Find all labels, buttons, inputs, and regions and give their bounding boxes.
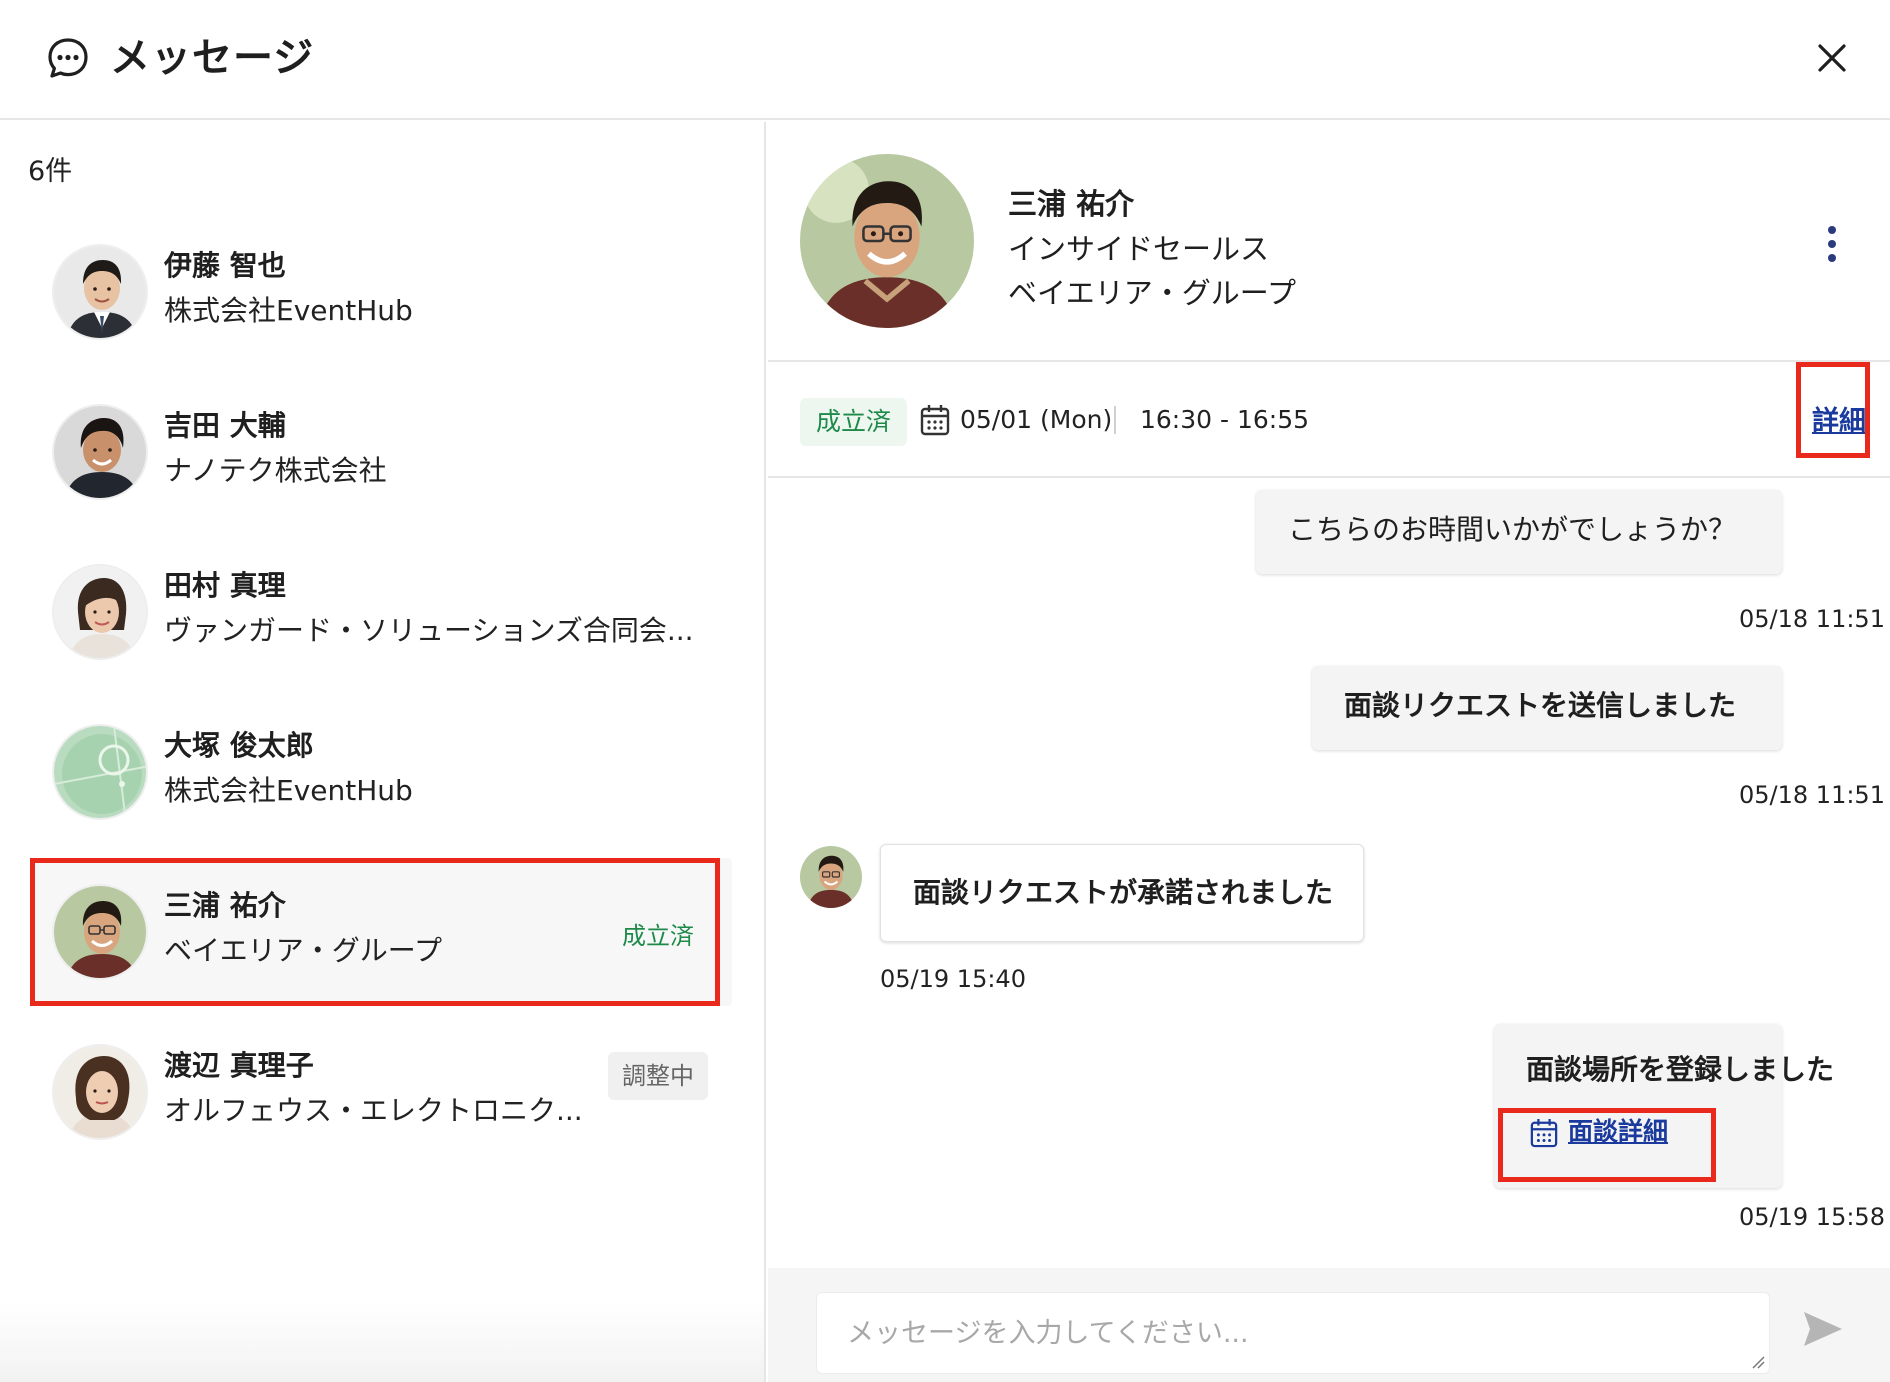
meeting-info-bar: 成立済 05/01 (Mon) 16:30 - 16:55 詳細 [768, 362, 1890, 478]
meeting-detail-link[interactable]: 詳細 [1812, 402, 1866, 442]
message-text: 面談リクエストを送信しました [1344, 689, 1737, 722]
avatar [52, 884, 148, 980]
avatar [52, 564, 148, 660]
contact-company: ナノテク株式会社 [164, 454, 387, 487]
meeting-detail-label[interactable]: 面談詳細 [1568, 1112, 1668, 1152]
contact-company: 株式会社EventHub [164, 774, 413, 807]
resize-grip-icon[interactable] [1749, 1353, 1765, 1369]
contact-company: ベイエリア・グループ [164, 934, 443, 967]
profile-role: インサイドセールス [1008, 232, 1270, 266]
contact-name: 渡辺 真理子 [164, 1049, 314, 1082]
meeting-date: 05/01 (Mon) [960, 405, 1113, 434]
message-composer [768, 1268, 1890, 1382]
message-bubble-outgoing: こちらのお時間いかがでしょうか？ [1256, 490, 1782, 574]
sender-avatar [800, 846, 862, 908]
avatar [52, 404, 148, 500]
avatar [52, 244, 148, 340]
more-options-icon[interactable] [1820, 222, 1844, 266]
calendar-icon [920, 405, 950, 436]
contact-name: 三浦 祐介 [164, 889, 286, 922]
contact-name: 吉田 大輔 [164, 409, 286, 442]
status-badge: 成立済 [622, 922, 694, 950]
chat-bubble-icon [48, 38, 88, 78]
contact-item[interactable]: 大塚 俊太郎 株式会社EventHub [32, 698, 732, 846]
dialog-title: メッセージ [110, 35, 315, 81]
message-input[interactable] [817, 1293, 1769, 1373]
send-icon[interactable] [1800, 1306, 1846, 1352]
message-bubble-outgoing: 面談場所を登録しました 面談詳細 [1494, 1024, 1834, 1188]
profile-avatar [800, 154, 974, 328]
contact-list-panel: 6件 伊藤 智也 株式会社EventHub 吉田 大輔 ナノテク株式会社 田村 … [0, 122, 766, 1382]
message-bubble-incoming: 面談リクエストが承諾されました [880, 844, 1364, 942]
contact-item[interactable]: 渡辺 真理子 オルフェウス・エレクトロニク... 調整中 [32, 1018, 732, 1166]
contact-item[interactable]: 田村 真理 ヴァンガード・ソリューションズ合同会... [32, 538, 732, 686]
contact-item[interactable]: 吉田 大輔 ナノテク株式会社 [32, 378, 732, 526]
message-timestamp: 05/19 15:40 [880, 965, 1026, 993]
profile-company: ベイエリア・グループ [1008, 276, 1296, 310]
profile-header: 三浦 祐介 インサイドセールス ベイエリア・グループ [768, 122, 1890, 362]
message-text: こちらのお時間いかがでしょうか？ [1288, 513, 1737, 546]
message-input-container [816, 1292, 1770, 1374]
contact-name: 大塚 俊太郎 [164, 729, 314, 762]
contact-company: オルフェウス・エレクトロニク... [164, 1094, 583, 1127]
contact-item[interactable]: 伊藤 智也 株式会社EventHub [32, 218, 732, 366]
dialog-header: メッセージ [0, 0, 1890, 120]
contact-company: 株式会社EventHub [164, 294, 413, 327]
contact-count: 6件 [28, 156, 73, 187]
divider [1114, 406, 1116, 434]
contact-item-selected[interactable]: 三浦 祐介 ベイエリア・グループ 成立済 [32, 858, 732, 1006]
message-timestamp: 05/19 15:58 [1739, 1203, 1885, 1231]
meeting-status-badge: 成立済 [800, 398, 908, 446]
avatar [52, 1044, 148, 1140]
contact-company: ヴァンガード・ソリューションズ合同会... [164, 614, 694, 647]
close-icon[interactable] [1810, 36, 1854, 80]
status-badge: 調整中 [608, 1052, 708, 1100]
avatar [52, 724, 148, 820]
message-timestamp: 05/18 11:51 [1739, 605, 1885, 633]
contact-name: 田村 真理 [164, 569, 286, 602]
meeting-time: 16:30 - 16:55 [1140, 405, 1310, 434]
list-fade [0, 1302, 764, 1382]
message-timestamp: 05/18 11:51 [1739, 781, 1885, 809]
calendar-icon [1530, 1119, 1558, 1148]
messages-dialog: メッセージ 6件 伊藤 智也 株式会社EventHub 吉田 大輔 ナノテク株式… [0, 0, 1890, 1382]
conversation-panel: 三浦 祐介 インサイドセールス ベイエリア・グループ 成立済 05/01 (Mo… [768, 122, 1890, 1382]
message-bubble-outgoing: 面談リクエストを送信しました [1312, 666, 1782, 750]
message-text: 面談場所を登録しました [1526, 1053, 1835, 1086]
contact-name: 伊藤 智也 [164, 249, 286, 282]
message-text: 面談リクエストが承諾されました [913, 876, 1334, 909]
profile-name: 三浦 祐介 [1008, 187, 1135, 221]
